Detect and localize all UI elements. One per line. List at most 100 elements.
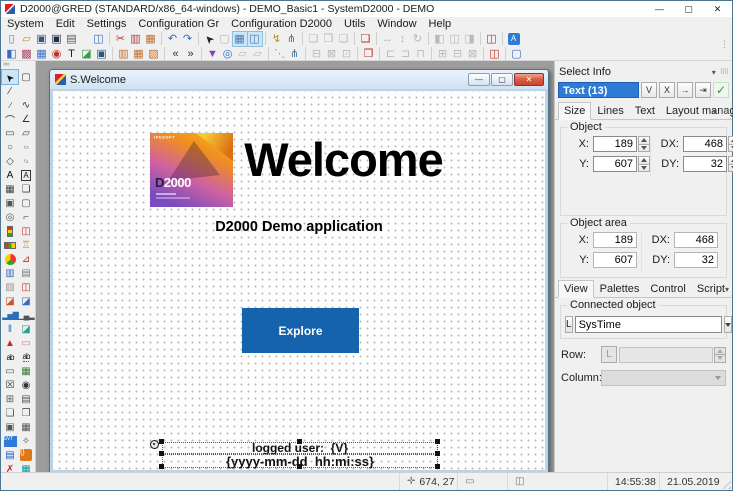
- tab-palettes[interactable]: Palettes: [595, 281, 645, 297]
- object-dropdown-button[interactable]: [724, 316, 732, 333]
- arc-tool[interactable]: ⌒: [2, 112, 18, 126]
- minimize-button[interactable]: —: [645, 1, 674, 17]
- cut-button[interactable]: ✂: [114, 32, 128, 46]
- valve-tool[interactable]: ♖: [18, 238, 34, 252]
- browser-control-tool[interactable]: ▣: [2, 420, 18, 434]
- object-y-spinner[interactable]: [638, 156, 650, 172]
- panel-grip-icon[interactable]: ⠿⠿: [721, 108, 729, 116]
- diamond-tool[interactable]: ◇: [2, 154, 18, 168]
- open-scheme-button[interactable]: ▱: [20, 32, 34, 46]
- bar-gauge-tool[interactable]: ▥: [2, 266, 18, 280]
- palette-drag-handle[interactable]: »»: [1, 61, 35, 70]
- select-tool[interactable]: ➤: [2, 70, 18, 84]
- selection-handle[interactable]: [159, 464, 164, 469]
- disconnector-tool[interactable]: ◫: [18, 224, 34, 238]
- datetime-control-tool[interactable]: ▦: [18, 364, 34, 378]
- json-badge-tool[interactable]: {}: [18, 448, 34, 462]
- menu-edit[interactable]: Edit: [50, 17, 81, 31]
- marquee-select-tool[interactable]: ▢: [18, 70, 34, 84]
- object-x-input[interactable]: [593, 136, 637, 152]
- value-button[interactable]: V: [641, 82, 657, 98]
- distribute-grid-button[interactable]: ⊡: [340, 47, 354, 61]
- angle-tool[interactable]: ∠: [18, 112, 34, 126]
- report-tool[interactable]: ▤: [2, 448, 18, 462]
- workspace-panels-button[interactable]: ◧: [5, 47, 19, 61]
- paste-from-button[interactable]: ▥: [117, 47, 131, 61]
- meter-tool[interactable]: ▤: [18, 266, 34, 280]
- selection-handle[interactable]: [435, 464, 440, 469]
- new-scheme-button[interactable]: ▯: [5, 32, 19, 46]
- selection-handle[interactable]: [297, 464, 302, 469]
- button-control-tool[interactable]: ▭: [2, 364, 18, 378]
- scheme-window-titlebar[interactable]: S.Welcome — ▢ ✕: [50, 70, 548, 89]
- rounded-rect-tool[interactable]: ▢: [18, 196, 34, 210]
- delete-object-tool[interactable]: ✗: [2, 462, 18, 472]
- copy-button[interactable]: ▥: [129, 32, 143, 46]
- redo-button[interactable]: ↷: [181, 32, 195, 46]
- transform-button[interactable]: ▢: [218, 32, 232, 46]
- palette-button[interactable]: ▩: [20, 47, 34, 61]
- zoom-button[interactable]: ◎: [221, 47, 235, 61]
- object-dx-input[interactable]: [683, 136, 727, 152]
- filter-button[interactable]: ▼: [206, 47, 220, 61]
- bring-to-front-button[interactable]: ❏: [359, 32, 373, 46]
- apply-button[interactable]: ✓: [713, 82, 729, 98]
- menu-utils[interactable]: Utils: [338, 17, 371, 31]
- tab-lines[interactable]: Lines: [592, 103, 628, 119]
- paste-special-button[interactable]: ▦: [132, 47, 146, 61]
- selection-handle[interactable]: [159, 451, 164, 456]
- line-chart-tool[interactable]: ⊿: [18, 252, 34, 266]
- explore-button[interactable]: Explore: [242, 308, 359, 353]
- align-center-button[interactable]: ◫: [448, 32, 462, 46]
- next-object-button[interactable]: →: [677, 82, 693, 98]
- panel-tool[interactable]: ▣: [2, 196, 18, 210]
- center-both-button[interactable]: ⊠: [466, 47, 480, 61]
- slider-tool[interactable]: ▨: [2, 280, 18, 294]
- menu-system[interactable]: System: [1, 17, 50, 31]
- spin-control-tool[interactable]: ⊞: [2, 392, 18, 406]
- nodes-button[interactable]: ⋱: [273, 47, 287, 61]
- tab-text[interactable]: Text: [630, 103, 660, 119]
- image-blue-tool[interactable]: ◪: [18, 294, 34, 308]
- fit-scheme-button[interactable]: ◫: [488, 47, 502, 61]
- last-object-button[interactable]: ⇥: [695, 82, 711, 98]
- menu-window[interactable]: Window: [371, 17, 422, 31]
- undo-button[interactable]: ↶: [166, 32, 180, 46]
- target-button[interactable]: ◉: [50, 47, 64, 61]
- forward-button[interactable]: »: [184, 47, 198, 61]
- selection-frame-button[interactable]: ▢: [510, 47, 524, 61]
- toolbar-overflow-handle[interactable]: ⋮: [720, 39, 729, 50]
- save-button[interactable]: ▣: [35, 32, 49, 46]
- polyline-tool[interactable]: ∕: [2, 98, 18, 112]
- selection-handle[interactable]: [435, 451, 440, 456]
- pink-display-tool[interactable]: ▭: [18, 336, 34, 350]
- tile-windows-button[interactable]: ▦: [35, 47, 49, 61]
- fit-to-window-button[interactable]: ◫: [485, 32, 499, 46]
- distribute-v-button[interactable]: ⊠: [325, 47, 339, 61]
- list-control-tool[interactable]: ▤: [18, 392, 34, 406]
- grid-toggle-button[interactable]: ▦: [233, 32, 247, 46]
- print-button[interactable]: ▤: [65, 32, 79, 46]
- tree-button[interactable]: ⋔: [288, 47, 302, 61]
- eraser-alt-button[interactable]: ▱: [251, 47, 265, 61]
- alarm-tool[interactable]: ▲: [2, 336, 18, 350]
- back-button[interactable]: «: [169, 47, 183, 61]
- ungroup-button[interactable]: ❒: [322, 32, 336, 46]
- center-h-button[interactable]: ⊞: [436, 47, 450, 61]
- tab-view[interactable]: View: [558, 280, 594, 298]
- viewer-tool[interactable]: ◪: [18, 322, 34, 336]
- pause-display-tool[interactable]: ‖: [2, 322, 18, 336]
- text-tool[interactable]: A: [2, 168, 18, 182]
- checkbox-control-tool[interactable]: ☒: [2, 378, 18, 392]
- close-button[interactable]: ✕: [703, 1, 732, 17]
- pie-tool[interactable]: ●: [2, 252, 18, 266]
- menu-settings[interactable]: Settings: [81, 17, 133, 31]
- text-entry-tool[interactable]: ab: [2, 350, 18, 364]
- regroup-button[interactable]: ❏: [337, 32, 351, 46]
- eraser-button[interactable]: ▱: [236, 47, 250, 61]
- spline-tool[interactable]: ∿: [18, 98, 34, 112]
- same-width-button[interactable]: ⊏: [384, 47, 398, 61]
- radio-control-tool[interactable]: ◉: [18, 378, 34, 392]
- traffic-light-tool[interactable]: ■: [2, 224, 18, 238]
- teal-grid-tool[interactable]: ▦: [18, 462, 34, 472]
